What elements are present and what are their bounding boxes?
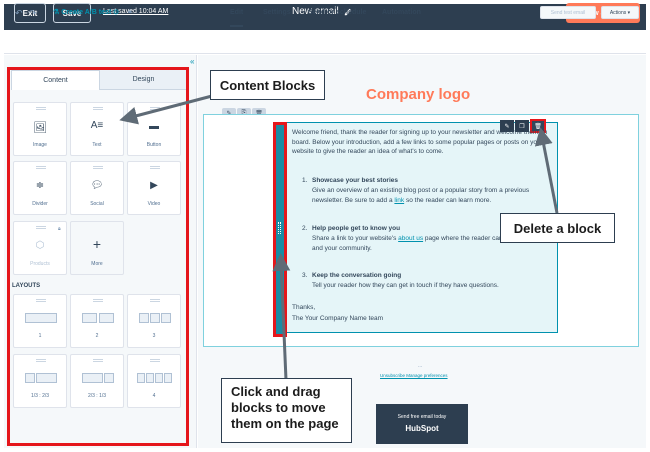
item-number: 1. bbox=[302, 177, 308, 184]
item-number: 2. bbox=[302, 225, 308, 232]
ab-test-label: Create A/B test bbox=[61, 9, 112, 16]
item-number: 3. bbox=[302, 272, 308, 279]
actions-dropdown[interactable]: Actions ▾ bbox=[601, 6, 639, 19]
content-blocks-highlight bbox=[7, 67, 189, 446]
item-text: Share a link to your website's bbox=[312, 235, 397, 242]
intro-paragraph: Welcome friend, thank the reader for sig… bbox=[292, 129, 548, 155]
callout-click-and-drag: Click and drag blocks to move them on th… bbox=[221, 378, 352, 443]
item-title: Help people get to know you bbox=[312, 225, 401, 232]
item-title: Keep the conversation going bbox=[312, 272, 402, 279]
hubspot-logo: HubSpot bbox=[405, 424, 439, 433]
flask-icon: ⚗ bbox=[53, 9, 62, 16]
drag-dots-icon bbox=[278, 222, 281, 234]
callout-content-blocks: Content Blocks bbox=[210, 70, 325, 100]
editor-toolbar bbox=[4, 30, 646, 54]
callout-delete-block: Delete a block bbox=[500, 213, 615, 243]
create-ab-test-link[interactable]: ⚗ Create A/B test ⊙ bbox=[53, 8, 119, 16]
signoff-line: The Your Company Name team bbox=[292, 315, 384, 322]
item-body: Tell your reader how they can get in tou… bbox=[312, 282, 499, 289]
redo-icon[interactable]: ↷ bbox=[29, 8, 37, 19]
tab-settings[interactable]: Settings bbox=[263, 9, 291, 16]
send-test-email-button[interactable]: Send test email bbox=[540, 6, 596, 19]
footer-dots: ... bbox=[418, 363, 423, 369]
item-link[interactable]: about us bbox=[398, 235, 423, 242]
item-link[interactable]: link bbox=[394, 197, 404, 204]
thanks-line: Thanks, bbox=[292, 304, 316, 311]
lock-icon: 🔒︎ bbox=[128, 8, 132, 15]
undo-icon[interactable]: ↶ bbox=[15, 8, 23, 19]
collapse-panel-icon[interactable]: « bbox=[190, 57, 194, 66]
item-text: so the reader can learn more. bbox=[405, 196, 492, 204]
tab-send-or-schedule[interactable]: Send or schedule bbox=[308, 9, 366, 16]
item-body: Give an overview of an existing blog pos… bbox=[312, 186, 552, 205]
actions-label: Actions bbox=[609, 9, 627, 16]
hubspot-send-text: Send free email today bbox=[397, 414, 447, 420]
item-title: Showcase your best stories bbox=[312, 177, 398, 184]
company-logo[interactable]: Company logo bbox=[366, 86, 470, 103]
tab-automation[interactable]: Automation bbox=[382, 9, 421, 16]
footer-links[interactable]: Unsubscribe Manage preferences bbox=[380, 373, 448, 378]
tab-edit[interactable]: Edit bbox=[230, 9, 244, 27]
